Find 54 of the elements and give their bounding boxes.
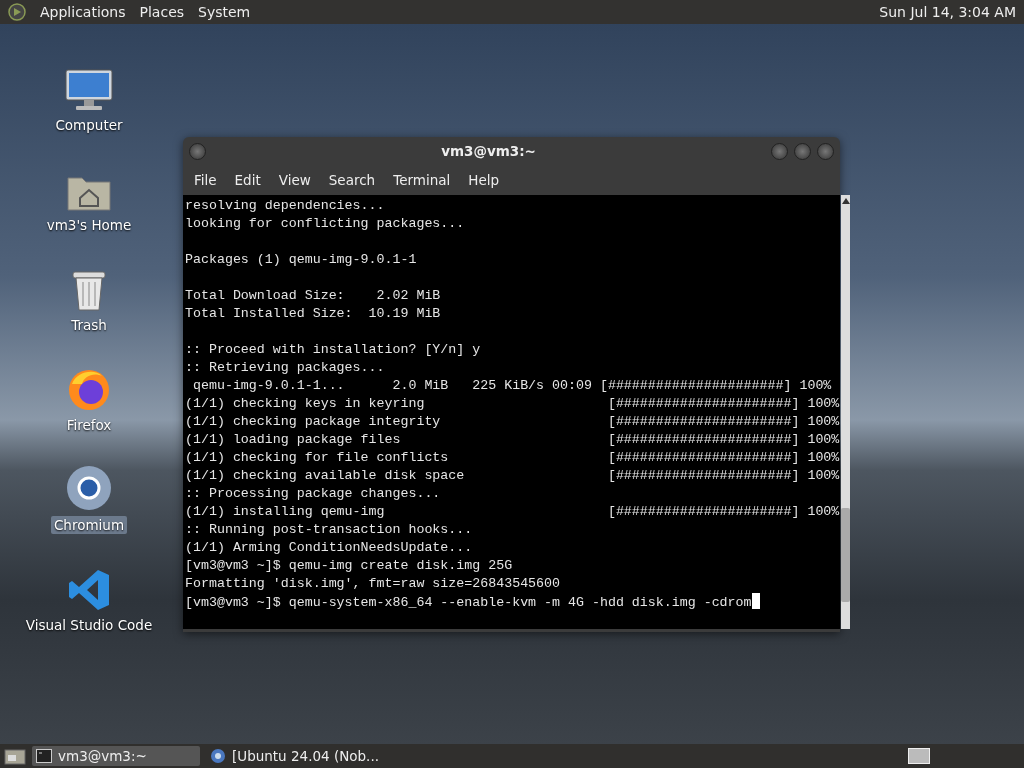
terminal-icon [36,749,52,763]
desktop-icon-label[interactable]: Visual Studio Code [22,616,156,634]
terminal-line: :: Retrieving packages... [185,360,385,375]
panel-menu[interactable]: Places [139,4,185,20]
terminal-line: Total Download Size: 2.02 MiB [185,288,441,303]
clock[interactable]: Sun Jul 14, 3:04 AM [879,4,1016,20]
terminal-line: Packages (1) qemu-img-9.0.1-1 [185,252,417,267]
terminal-line: looking for conflicting packages... [185,216,465,231]
maximize-button[interactable] [794,142,811,160]
terminal-line: :: Processing package changes... [185,486,441,501]
terminal-line: [vm3@vm3 ~]$ qemu-img create disk.img 25G [185,558,513,573]
terminal-line: [vm3@vm3 ~]$ qemu-system-x86_64 --enable-kvm -m 4G -hdd disk.img -cdrom [185,595,752,610]
workspace-switcher-icon[interactable] [908,748,930,764]
scrollbar-thumb[interactable] [841,508,851,602]
terminal-line: Total Installed Size: 10.19 MiB [185,306,441,321]
terminal-line: (1/1) loading package files [######################] 100% [185,432,840,447]
code-editor-icon [67,568,111,612]
window-title: vm3@vm3:~ [440,143,537,159]
taskbar-button[interactable]: vm3@vm3:~ [32,746,200,766]
monitor-icon [64,68,114,112]
desktop-icon-label[interactable]: vm3's Home [43,216,135,234]
menu-item[interactable]: Terminal [384,168,460,192]
menu-item[interactable]: File [185,168,226,192]
panel-menu[interactable]: Applications [40,4,126,20]
menu-item[interactable]: Search [319,168,385,192]
terminal-line: (1/1) Arming ConditionNeedsUpdate... [185,540,473,555]
desktop-icon-label[interactable]: Computer [52,116,126,134]
globe-icon [210,748,226,764]
minimize-button[interactable] [771,142,788,160]
terminal-line: Formatting 'disk.img', fmt=raw size=26843545600 [185,576,561,591]
terminal-line: (1/1) checking keys in keyring [######################] 100% [185,396,840,411]
browser-globe-icon [65,464,113,512]
show-desktop-icon[interactable] [4,747,26,765]
scroll-up-icon[interactable] [841,198,850,204]
trash-icon [70,268,108,312]
window-menu-button[interactable] [189,142,206,160]
terminal-line: qemu-img-9.0.1-1... 2.0 MiB 225 KiB/s 00:09 [######################] 100% [191,378,832,393]
terminal-line: :: Proceed with installation? [Y/n] y [185,342,481,357]
scrollbar[interactable] [841,195,851,629]
terminal-line: :: Running post-transaction hooks... [185,522,473,537]
menu-item[interactable]: Help [459,168,509,192]
terminal-line: (1/1) installing qemu-img [######################] 100% [185,504,840,519]
menu-item[interactable]: Edit [225,168,270,192]
taskbar-button[interactable]: [Ubuntu 24.04 (Nob... [206,746,383,766]
logo-icon[interactable] [8,3,26,21]
panel-menu[interactable]: System [198,4,251,20]
menu-item[interactable]: View [269,168,320,192]
terminal-line: resolving dependencies... [185,198,385,213]
close-button[interactable] [817,142,834,160]
desktop-icon-label[interactable]: Trash [68,316,110,334]
terminal-line: (1/1) checking package integrity [######################] 100% [185,414,840,429]
desktop-icon-label[interactable]: Chromium [50,516,128,534]
terminal-line: (1/1) checking available disk space [######################] 100% [185,468,840,483]
terminal-line: (1/1) checking for file conflicts [######################] 100% [185,450,840,465]
